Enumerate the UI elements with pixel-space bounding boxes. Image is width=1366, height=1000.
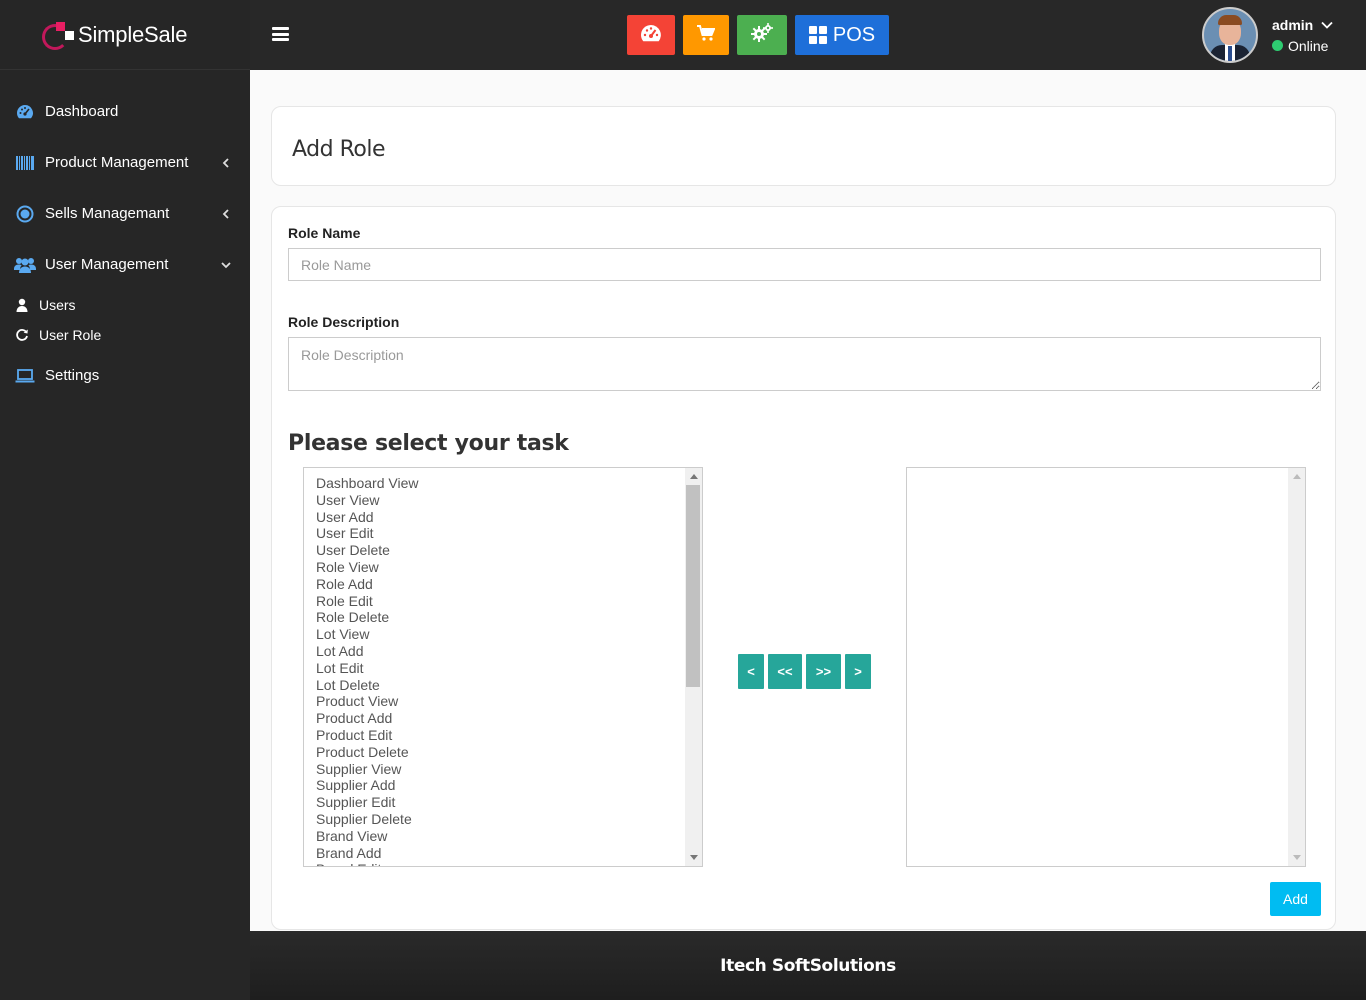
sidebar-subitem-label: Users <box>39 297 76 313</box>
speedometer-icon <box>640 24 662 47</box>
brand-name: SimpleSale <box>78 21 188 47</box>
laptop-icon <box>14 367 36 385</box>
cart-icon <box>697 24 716 46</box>
user-icon <box>14 297 30 313</box>
user-info: admin Online <box>1272 17 1333 54</box>
top-navbar: POS admin Online <box>250 0 1366 70</box>
cart-shortcut-button[interactable] <box>683 15 729 55</box>
task-option[interactable]: Product Add <box>316 710 684 727</box>
sidebar-item-label: User Management <box>45 256 169 273</box>
task-option[interactable]: Brand Edit <box>316 861 684 866</box>
role-description-textarea[interactable] <box>288 337 1321 391</box>
hamburger-menu-icon[interactable] <box>272 27 289 41</box>
avatar[interactable] <box>1202 7 1258 63</box>
sidebar: SimpleSale Dashboard Product Management … <box>0 0 250 1000</box>
task-option[interactable]: Lot Edit <box>316 660 684 677</box>
sidebar-subitem-users[interactable]: Users <box>0 290 250 320</box>
sidebar-item-label: Settings <box>45 367 100 384</box>
scroll-down-arrow-icon[interactable] <box>1293 855 1301 860</box>
sidebar-subitem-user-role[interactable]: User Role <box>0 320 250 350</box>
task-option[interactable]: Role Add <box>316 576 684 593</box>
scroll-down-arrow-icon[interactable] <box>690 855 698 860</box>
sidebar-item-dashboard[interactable]: Dashboard <box>0 86 250 137</box>
user-name[interactable]: admin <box>1272 17 1333 33</box>
task-option[interactable]: Supplier Delete <box>316 811 684 828</box>
task-option[interactable]: Role Delete <box>316 609 684 626</box>
task-option[interactable]: Product Delete <box>316 744 684 761</box>
move-all-right-button[interactable]: >> <box>806 654 841 689</box>
task-option[interactable]: Supplier Edit <box>316 794 684 811</box>
sidebar-item-label: Sells Managemant <box>45 205 170 222</box>
role-name-input[interactable] <box>288 248 1321 281</box>
sidebar-item-label: Product Management <box>45 154 189 171</box>
grid-icon <box>808 26 827 44</box>
selected-tasks-scrollbar[interactable] <box>1288 468 1305 866</box>
task-option[interactable]: Supplier View <box>316 761 684 778</box>
task-option[interactable]: Role View <box>316 559 684 576</box>
available-tasks-list[interactable]: Dashboard View User View User Add User Edit… <box>303 467 703 867</box>
dashboard-shortcut-button[interactable] <box>627 15 675 55</box>
task-option[interactable]: Role Edit <box>316 593 684 610</box>
speedometer-icon <box>14 103 36 121</box>
task-option[interactable]: Dashboard View <box>316 475 684 492</box>
task-option[interactable]: Product Edit <box>316 727 684 744</box>
simplesale-logo-icon <box>42 20 74 50</box>
sidebar-item-sells-management[interactable]: Sells Managemant <box>0 188 250 239</box>
gears-icon <box>751 22 773 48</box>
add-role-form: Role Name Role Description Please select… <box>271 206 1336 930</box>
chevron-down-icon <box>1321 19 1333 31</box>
task-option[interactable]: Lot View <box>316 626 684 643</box>
sidebar-item-label: Dashboard <box>45 103 119 120</box>
task-option[interactable]: User Add <box>316 509 684 526</box>
task-option[interactable]: User Delete <box>316 542 684 559</box>
move-all-left-button[interactable]: << <box>768 654 802 689</box>
task-option[interactable]: User View <box>316 492 684 509</box>
task-option[interactable]: Lot Add <box>316 643 684 660</box>
circle-dot-icon <box>14 205 36 223</box>
online-status-dot-icon <box>1272 40 1283 51</box>
available-tasks-items: Dashboard View User View User Add User Edit… <box>316 475 684 866</box>
available-tasks-scrollbar[interactable] <box>685 468 702 866</box>
task-option[interactable]: Lot Delete <box>316 677 684 694</box>
move-buttons-group: < << >> > <box>738 654 875 689</box>
refresh-icon <box>14 327 30 343</box>
user-menu[interactable]: admin Online <box>1202 7 1333 63</box>
sidebar-menu: Dashboard Product Management Sells Manag… <box>0 70 250 401</box>
user-status: Online <box>1272 38 1333 54</box>
move-right-button[interactable]: > <box>845 654 871 689</box>
barcode-icon <box>14 154 36 172</box>
sidebar-subitem-label: User Role <box>39 327 102 343</box>
task-option[interactable]: Brand View <box>316 828 684 845</box>
page-title: Add Role <box>292 137 386 162</box>
users-icon <box>14 256 36 274</box>
scroll-up-arrow-icon[interactable] <box>690 474 698 479</box>
task-option[interactable]: Brand Add <box>316 845 684 862</box>
scroll-up-arrow-icon[interactable] <box>1293 474 1301 479</box>
sidebar-item-settings[interactable]: Settings <box>0 350 250 401</box>
role-description-label: Role Description <box>288 314 400 330</box>
brand-logo[interactable]: SimpleSale <box>0 0 250 70</box>
task-option[interactable]: Supplier Add <box>316 777 684 794</box>
move-left-button[interactable]: < <box>738 654 764 689</box>
chevron-left-icon <box>220 157 232 169</box>
task-section-title: Please select your task <box>288 431 569 456</box>
task-option[interactable]: User Edit <box>316 525 684 542</box>
settings-shortcut-button[interactable] <box>737 15 787 55</box>
pos-label: POS <box>832 23 876 46</box>
role-name-label: Role Name <box>288 225 361 241</box>
chevron-left-icon <box>220 208 232 220</box>
add-role-button[interactable]: Add <box>1270 882 1321 916</box>
sidebar-item-user-management[interactable]: User Management <box>0 239 250 290</box>
pos-button[interactable]: POS <box>795 15 889 55</box>
user-name-text: admin <box>1272 16 1314 33</box>
task-option[interactable]: Product View <box>316 693 684 710</box>
footer-text: Itech SoftSolutions <box>720 955 896 976</box>
chevron-down-icon <box>220 259 232 271</box>
page-title-card: Add Role <box>271 106 1336 186</box>
scroll-thumb[interactable] <box>686 485 700 687</box>
footer: Itech SoftSolutions <box>250 931 1366 1000</box>
sidebar-item-product-management[interactable]: Product Management <box>0 137 250 188</box>
selected-tasks-list[interactable] <box>906 467 1306 867</box>
user-status-text: Online <box>1288 37 1329 54</box>
